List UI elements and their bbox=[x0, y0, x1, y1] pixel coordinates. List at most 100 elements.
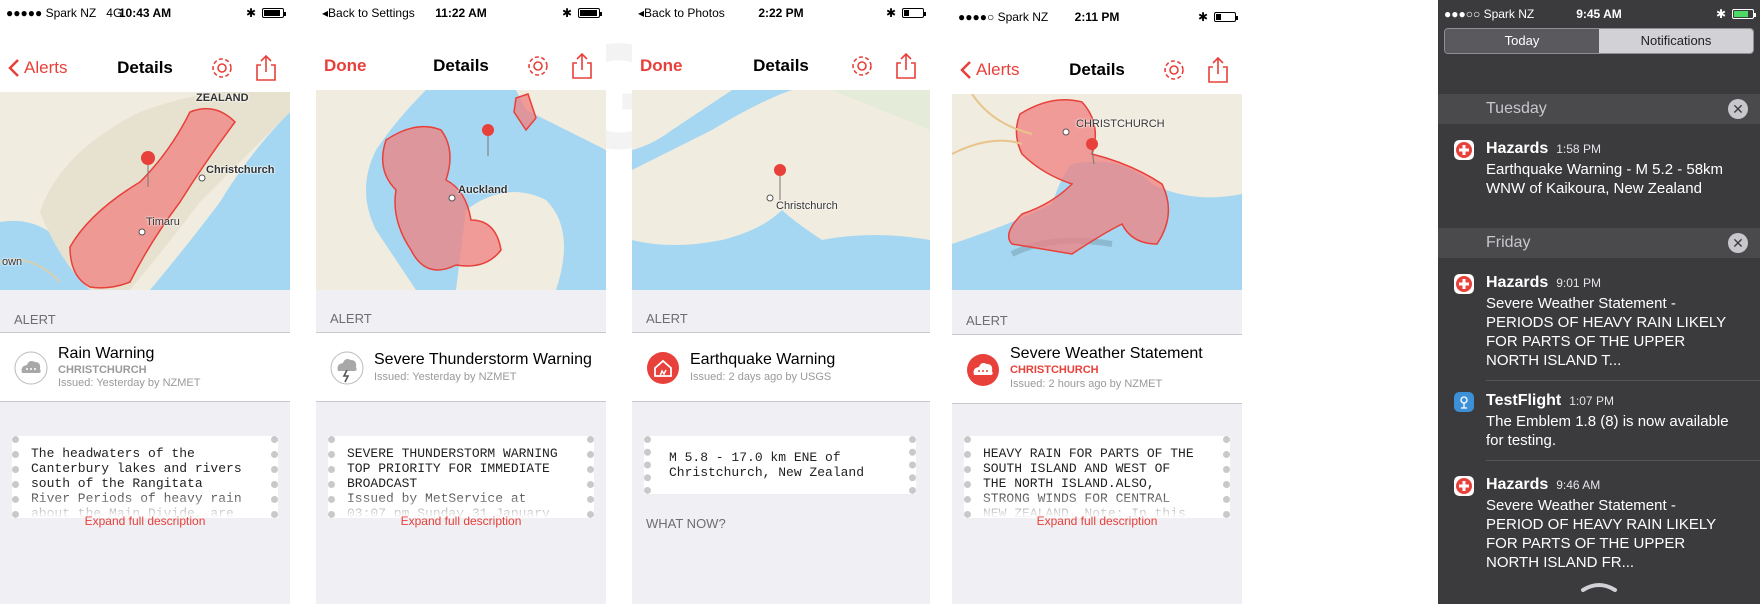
testflight-app-icon bbox=[1454, 392, 1474, 412]
nav-bar: Done Details bbox=[632, 48, 930, 88]
day-name: Friday bbox=[1486, 234, 1531, 251]
chevron-left-icon bbox=[960, 61, 971, 79]
alert-map[interactable]: ZEALAND Christchurch Timaru own bbox=[0, 92, 290, 290]
alert-map[interactable]: CHRISTCHURCH bbox=[952, 94, 1242, 290]
done-button[interactable]: Done bbox=[324, 56, 367, 76]
bluetooth-icon: ✱ bbox=[1197, 10, 1208, 24]
section-label: ALERT bbox=[966, 313, 1008, 328]
map-label: ZEALAND bbox=[196, 92, 249, 104]
clear-icon[interactable]: ✕ bbox=[1728, 99, 1748, 119]
gear-icon[interactable] bbox=[526, 54, 550, 78]
alert-issued: Issued: 2 hours ago by NZMET bbox=[1010, 378, 1163, 390]
section-label: ALERT bbox=[646, 311, 688, 326]
back-button[interactable]: Alerts bbox=[8, 58, 67, 78]
notification-app: Hazards bbox=[1486, 140, 1549, 157]
back-button[interactable]: Alerts bbox=[960, 60, 1019, 80]
gear-icon[interactable] bbox=[1162, 58, 1186, 82]
bluetooth-icon: ✱ bbox=[561, 6, 572, 20]
hazards-app-icon bbox=[1454, 274, 1474, 294]
section-label-what-now: WHAT NOW? bbox=[646, 516, 726, 531]
battery-icon bbox=[262, 8, 286, 18]
status-bar: ●●●●● Spark NZ 4G 10:43 AM ✱ bbox=[0, 0, 290, 20]
alert-region: CHRISTCHURCH bbox=[1010, 364, 1099, 376]
description-box: The headwaters of the Canterbury lakes a… bbox=[12, 436, 278, 518]
share-icon[interactable] bbox=[254, 54, 278, 82]
grabber-handle-icon[interactable] bbox=[1579, 580, 1619, 592]
earthquake-house-icon bbox=[647, 352, 679, 384]
nav-bar: Done Details bbox=[316, 48, 606, 88]
bluetooth-icon: ✱ bbox=[245, 6, 256, 20]
tab-notifications[interactable]: Notifications bbox=[1599, 29, 1753, 53]
alert-row[interactable]: Rain Warning CHRISTCHURCH Issued: Yester… bbox=[0, 332, 290, 402]
severe-weather-cloud-icon bbox=[967, 354, 999, 386]
notification-app: Hazards bbox=[1486, 274, 1549, 291]
screen-severe-weather-statement: ●●●●○ Spark NZ 2:11 PM ✱ Alerts Details … bbox=[952, 0, 1242, 604]
alert-row[interactable]: Severe Weather Statement CHRISTCHURCH Is… bbox=[952, 334, 1242, 404]
bluetooth-icon: ✱ bbox=[885, 6, 896, 20]
battery-icon bbox=[902, 8, 926, 18]
notification-center: ●●●○○ Spark NZ 9:45 AM ✱ Today Notificat… bbox=[1438, 0, 1760, 604]
section-label: ALERT bbox=[14, 312, 56, 327]
done-button[interactable]: Done bbox=[640, 56, 683, 76]
alert-region: CHRISTCHURCH bbox=[58, 364, 147, 376]
alert-issued: Issued: Yesterday by NZMET bbox=[58, 377, 201, 389]
gear-icon[interactable] bbox=[210, 56, 234, 80]
map-label: Christchurch bbox=[206, 164, 275, 176]
notification-app: Hazards bbox=[1486, 476, 1549, 493]
tab-today[interactable]: Today bbox=[1445, 29, 1599, 53]
description-box: HEAVY RAIN FOR PARTS OF THE SOUTH ISLAND… bbox=[964, 436, 1230, 518]
separator bbox=[1486, 380, 1760, 381]
map-label: Timaru bbox=[146, 216, 180, 228]
alert-map[interactable]: Christchurch bbox=[632, 90, 930, 290]
notification-body: Severe Weather Statement - PERIOD OF HEA… bbox=[1486, 497, 1716, 571]
alert-issued: Issued: 2 days ago by USGS bbox=[690, 371, 832, 383]
segmented-control: Today Notifications bbox=[1444, 28, 1754, 54]
expand-description-link[interactable]: Expand full description bbox=[952, 514, 1242, 528]
alert-title: Severe Thunderstorm Warning bbox=[374, 351, 592, 368]
notification-body: Severe Weather Statement - PERIODS OF HE… bbox=[1486, 295, 1726, 369]
day-name: Tuesday bbox=[1486, 100, 1547, 117]
notification-body: Earthquake Warning - M 5.2 - 58km WNW of… bbox=[1486, 161, 1724, 197]
notification-item[interactable]: TestFlight 1:07 PM The Emblem 1.8 (8) is … bbox=[1438, 390, 1760, 460]
notification-time: 1:58 PM bbox=[1556, 142, 1601, 156]
notification-item[interactable]: Hazards 9:46 AM Severe Weather Statement … bbox=[1438, 472, 1760, 580]
hazards-app-icon bbox=[1454, 140, 1474, 160]
notification-time: 1:07 PM bbox=[1569, 394, 1614, 408]
status-bar: ◂Back to Settings 11:22 AM ✱ bbox=[316, 0, 606, 20]
share-icon[interactable] bbox=[1206, 56, 1230, 84]
notification-item[interactable]: Hazards 1:58 PM Earthquake Warning - M 5.… bbox=[1438, 136, 1760, 226]
day-header-friday: Friday ✕ bbox=[1438, 228, 1760, 258]
status-bar: ◂Back to Photos 2:22 PM ✱ bbox=[632, 0, 930, 20]
description-box: SEVERE THUNDERSTORM WARNING TOP PRIORITY… bbox=[328, 436, 594, 518]
share-icon[interactable] bbox=[570, 52, 594, 80]
alert-map[interactable]: Auckland bbox=[316, 90, 606, 290]
map-label: Christchurch bbox=[776, 200, 838, 212]
description-text: M 5.8 - 17.0 km ENE of Christchurch, New… bbox=[669, 450, 865, 480]
clear-icon[interactable]: ✕ bbox=[1728, 233, 1748, 253]
notification-item[interactable]: Hazards 9:01 PM Severe Weather Statement … bbox=[1438, 270, 1760, 378]
expand-description-link[interactable]: Expand full description bbox=[316, 514, 606, 528]
battery-icon bbox=[578, 8, 602, 18]
description-box: M 5.8 - 17.0 km ENE of Christchurch, New… bbox=[644, 436, 916, 494]
alert-issued: Issued: Yesterday by NZMET bbox=[374, 371, 517, 383]
notification-time: 9:46 AM bbox=[1556, 478, 1601, 492]
expand-description-link[interactable]: Expand full description bbox=[0, 514, 290, 528]
section-label: ALERT bbox=[330, 311, 372, 326]
hazards-app-icon bbox=[1454, 476, 1474, 496]
thunderstorm-icon bbox=[330, 351, 364, 385]
alert-row[interactable]: Severe Thunderstorm Warning Issued: Yest… bbox=[316, 332, 606, 402]
separator bbox=[1486, 460, 1760, 461]
rain-cloud-icon bbox=[14, 351, 48, 385]
screen-thunderstorm-warning: ◂Back to Settings 11:22 AM ✱ Done Detail… bbox=[316, 0, 606, 604]
alert-row[interactable]: Earthquake Warning Issued: 2 days ago by… bbox=[632, 332, 930, 402]
map-label: CHRISTCHURCH bbox=[1076, 118, 1165, 130]
share-icon[interactable] bbox=[894, 52, 918, 80]
screen-earthquake-warning: ◂Back to Photos 2:22 PM ✱ Done Details C… bbox=[632, 0, 930, 604]
notification-time: 9:01 PM bbox=[1556, 276, 1601, 290]
notification-body: The Emblem 1.8 (8) is now available for … bbox=[1486, 413, 1729, 449]
chevron-left-icon bbox=[8, 59, 19, 77]
gear-icon[interactable] bbox=[850, 54, 874, 78]
nav-bar: Alerts Details bbox=[0, 50, 290, 90]
battery-icon bbox=[1214, 12, 1238, 22]
map-label: own bbox=[2, 256, 23, 268]
